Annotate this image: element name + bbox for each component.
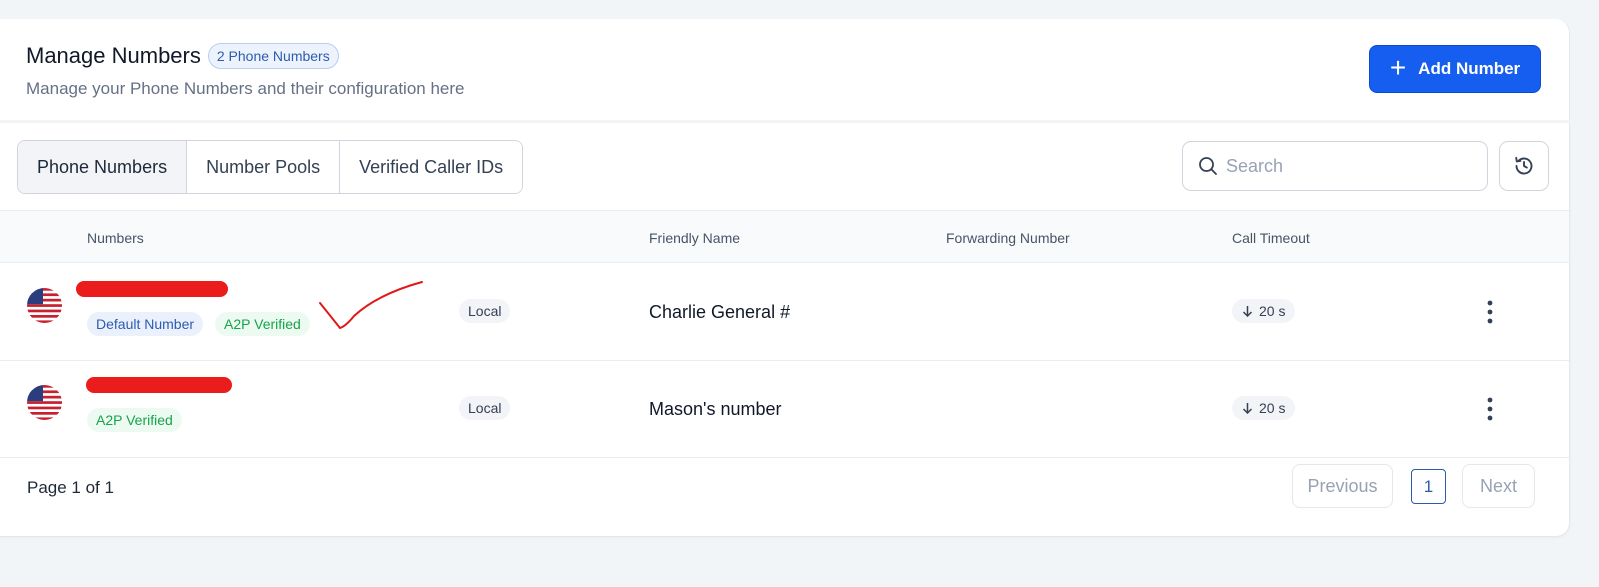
phone-count-badge: 2 Phone Numbers <box>207 43 339 69</box>
search-input[interactable] <box>1226 155 1476 177</box>
column-header-friendly-name: Friendly Name <box>649 230 741 246</box>
redaction-mark <box>76 281 228 297</box>
arrow-down-icon <box>1242 306 1253 317</box>
title-row: Manage Numbers 2 Phone Numbers <box>26 43 339 69</box>
a2p-verified-badge: A2P Verified <box>215 312 310 336</box>
friendly-name: Mason's number <box>649 399 782 419</box>
tab-phone-numbers[interactable]: Phone Numbers <box>18 141 188 193</box>
call-timeout-badge: 20 s <box>1232 299 1296 323</box>
page-number-1[interactable]: 1 <box>1411 469 1446 504</box>
number-type-badge: Local <box>459 299 511 323</box>
search-box[interactable] <box>1182 141 1488 191</box>
friendly-name: Charlie General # <box>649 302 791 322</box>
number-tags: Default Number A2P Verified <box>87 312 310 336</box>
plus-icon: + <box>1389 51 1407 83</box>
a2p-verified-badge: A2P Verified <box>87 408 182 432</box>
page-status: Page 1 of 1 <box>27 478 114 497</box>
number-type-badge: Local <box>459 396 511 420</box>
call-timeout-value: 20 s <box>1259 303 1286 319</box>
more-options-icon[interactable] <box>1480 298 1500 326</box>
search-icon <box>1199 157 1217 175</box>
us-flag-icon <box>27 288 62 323</box>
more-options-icon[interactable] <box>1480 395 1500 423</box>
us-flag-icon <box>27 385 62 420</box>
arrow-down-icon <box>1242 403 1253 414</box>
previous-page-button[interactable]: Previous <box>1292 464 1393 508</box>
tab-group: Phone Numbers Number Pools Verified Call… <box>17 140 524 194</box>
call-timeout-value: 20 s <box>1259 400 1286 416</box>
add-number-button[interactable]: + Add Number <box>1369 45 1541 93</box>
refresh-icon <box>1515 156 1533 175</box>
column-header-numbers: Numbers <box>87 230 144 246</box>
tab-verified-caller-ids[interactable]: Verified Caller IDs <box>340 141 523 193</box>
column-header-forwarding-number: Forwarding Number <box>946 230 1070 246</box>
checkmark-annotation <box>319 281 423 330</box>
page-subtitle: Manage your Phone Numbers and their conf… <box>26 79 465 98</box>
refresh-button[interactable] <box>1499 141 1549 191</box>
numbers-card: Phone Numbers Number Pools Verified Call… <box>0 123 1570 537</box>
header-card: Manage Numbers 2 Phone Numbers Manage yo… <box>0 19 1570 120</box>
page-title: Manage Numbers <box>26 43 201 68</box>
number-tags: A2P Verified <box>87 408 182 432</box>
add-number-label: Add Number <box>1418 59 1521 78</box>
table-row[interactable]: A2P Verified Local Mason's number 20 s <box>0 361 1569 458</box>
next-page-button[interactable]: Next <box>1462 464 1535 508</box>
default-number-badge: Default Number <box>87 312 204 336</box>
call-timeout-badge: 20 s <box>1232 396 1296 420</box>
table-header: Numbers Friendly Name Forwarding Number … <box>0 210 1569 263</box>
redaction-mark <box>86 377 232 393</box>
table-row[interactable]: Default Number A2P Verified Local Charli… <box>0 264 1569 361</box>
column-header-call-timeout: Call Timeout <box>1232 230 1310 246</box>
tab-number-pools[interactable]: Number Pools <box>187 141 341 193</box>
